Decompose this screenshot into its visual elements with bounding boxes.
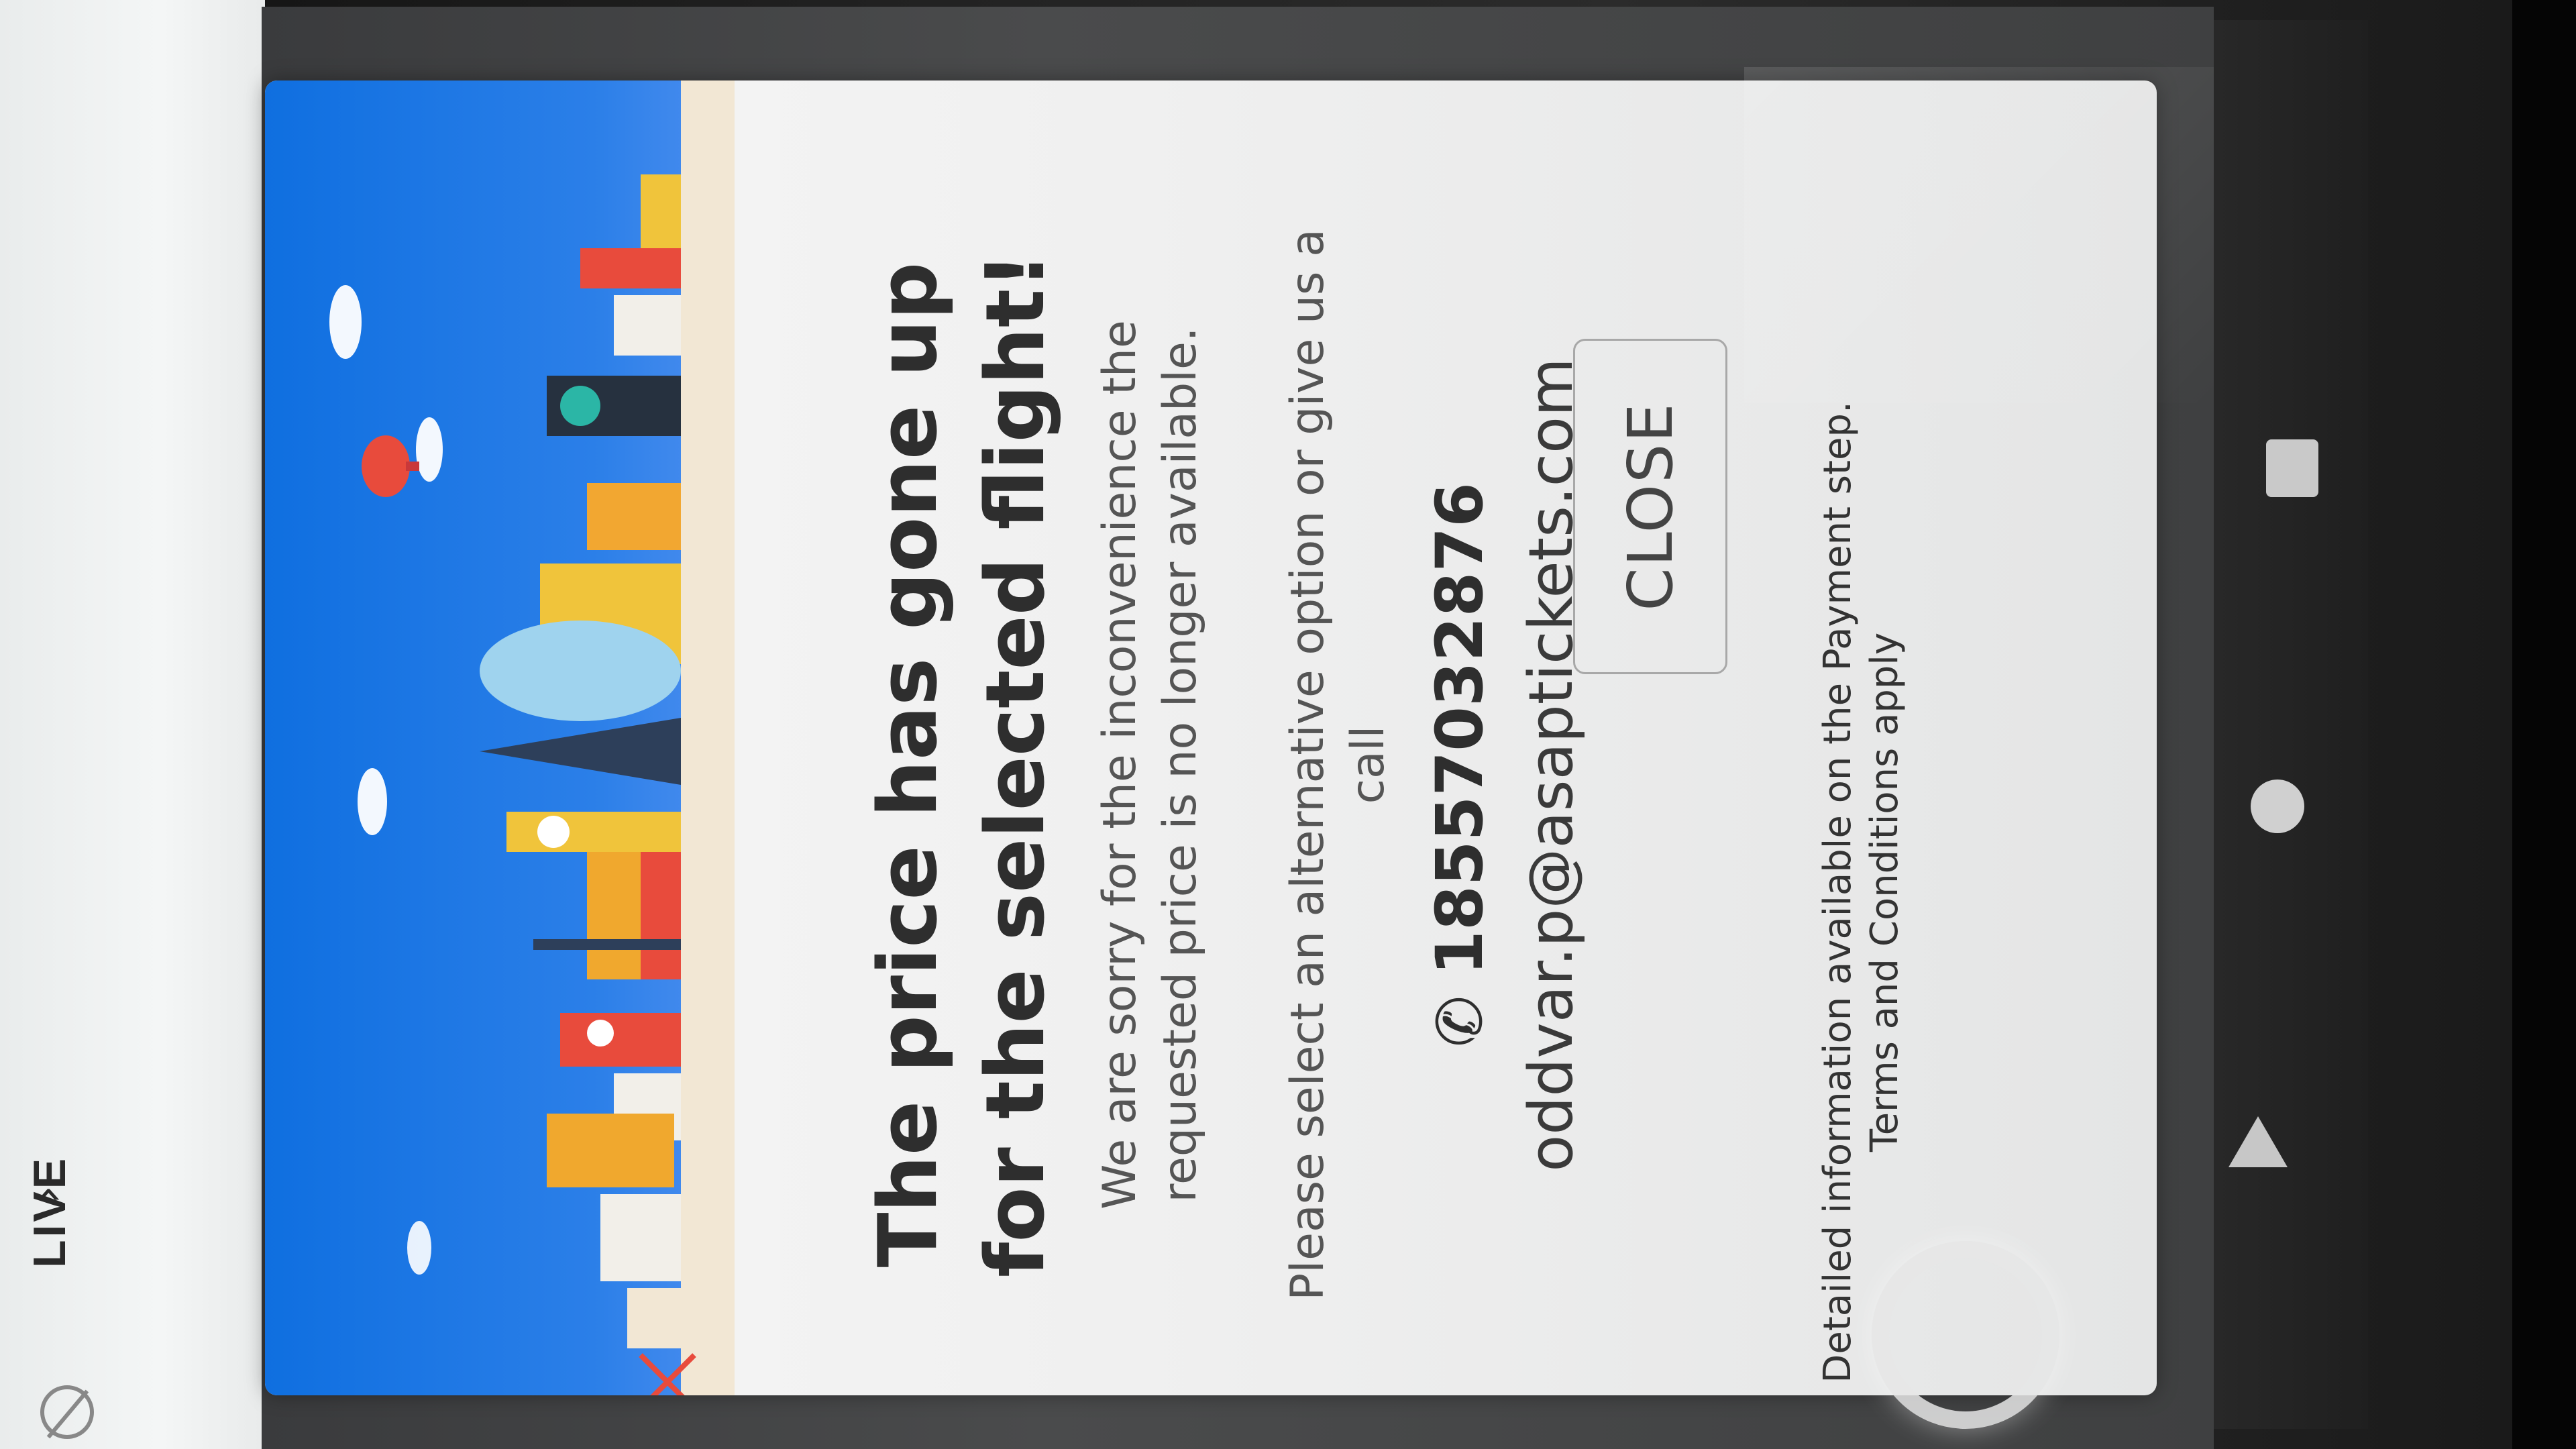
dialog-title: The price has gone up for the selected f…: [862, 252, 1063, 1277]
background-edge: [2512, 0, 2576, 1449]
photo-frame: › LIVE The price has gone up for the sel…: [0, 0, 2576, 1449]
screen-glare: [1744, 67, 2214, 402]
apology-message: We are sorry for the inconvenience the r…: [1093, 320, 1207, 1210]
eye-off-icon: [40, 1385, 94, 1439]
instruction-message: Please select an alternative option or g…: [1281, 229, 1395, 1301]
phone-contact[interactable]: ✆ 18557032876: [1422, 228, 1497, 1301]
circle-icon[interactable]: [2251, 780, 2304, 833]
touch-indicator: [1872, 1241, 2059, 1429]
live-badge[interactable]: › LIVE: [0, 1156, 107, 1442]
close-button[interactable]: CLOSE: [1573, 339, 1727, 674]
android-nav-bar: [2214, 20, 2368, 1429]
phone-icon: ✆: [1424, 995, 1496, 1047]
live-label: LIVE: [24, 1155, 75, 1268]
dialog-body: The price has gone up for the selected f…: [735, 80, 1907, 1395]
triangle-back-icon[interactable]: [2229, 1116, 2288, 1167]
phone-number[interactable]: 18557032876: [1422, 482, 1497, 975]
square-icon[interactable]: [2266, 439, 2318, 497]
terms-note: Detailed information available on the Pa…: [1816, 401, 1907, 1383]
dialog-content-rotated: The price has gone up for the selected f…: [265, 80, 1907, 1395]
